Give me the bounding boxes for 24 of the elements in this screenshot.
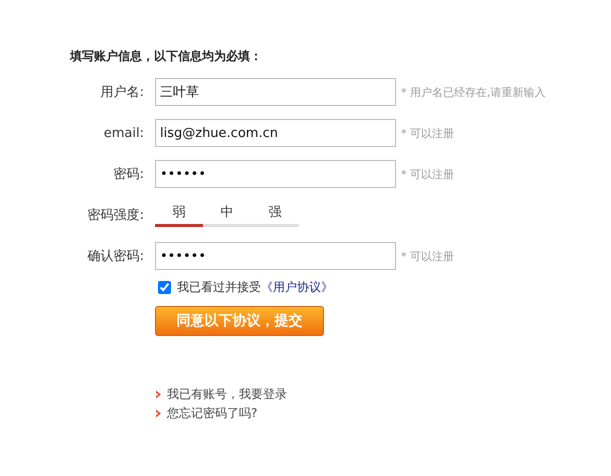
field-hint: * 可以注册 xyxy=(401,166,454,182)
agreement-text: 我已看过并接受《用户协议》 xyxy=(177,279,333,296)
field-hint: * 可以注册 xyxy=(401,126,454,140)
input-field[interactable]: •••••• xyxy=(155,160,396,188)
input-field[interactable]: lisg@zhue.com.cn xyxy=(155,119,396,147)
input-field[interactable]: 三叶草 xyxy=(155,78,396,106)
field-hint: * 可以注册 xyxy=(401,248,454,264)
chevron-icon xyxy=(155,390,162,399)
chevron-icon xyxy=(155,409,162,418)
strength-level: 中 xyxy=(203,203,251,227)
field-label: 密码: xyxy=(112,166,145,183)
field-label: 用户名: xyxy=(100,84,145,101)
account-link[interactable]: 您忘记密码了吗? xyxy=(167,405,258,422)
strength-level: 弱 xyxy=(155,203,203,227)
account-link[interactable]: 我已有账号，我要登录 xyxy=(167,386,287,403)
form-heading: 填写账户信息，以下信息均为必填： xyxy=(70,48,263,65)
agree-checkbox[interactable] xyxy=(158,281,171,294)
user-agreement-link[interactable]: 《用户协议》 xyxy=(261,280,333,294)
input-field[interactable]: •••••• xyxy=(155,242,396,270)
field-label: email: xyxy=(102,126,145,140)
field-hint: * 用户名已经存在,请重新输入 xyxy=(401,84,546,100)
field-label: 密码强度: xyxy=(86,207,145,224)
strength-level: 强 xyxy=(251,203,299,227)
field-label: 确认密码: xyxy=(86,248,145,265)
